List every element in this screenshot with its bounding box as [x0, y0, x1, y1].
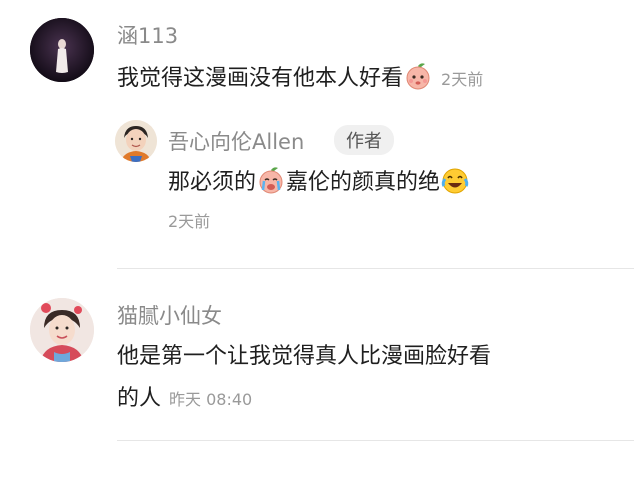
reply-time: 2天前 — [168, 212, 211, 231]
reply-text-after: 嘉伦的颜真的绝 — [286, 170, 441, 195]
comment-body: 我觉得这漫画没有他本人好看 — [117, 66, 404, 91]
reply-avatar[interactable] — [115, 120, 157, 162]
comment-username[interactable]: 猫腻小仙女 — [117, 300, 222, 330]
avatar[interactable] — [30, 298, 94, 362]
comment-time: 昨天 08:40 — [169, 390, 253, 409]
crying-face-icon — [256, 166, 286, 209]
laughing-tears-icon — [440, 166, 470, 209]
author-badge: 作者 — [334, 125, 394, 155]
reply-text-before: 那必须的 — [168, 170, 257, 195]
comment-username[interactable]: 涵113 — [117, 20, 178, 50]
avatar[interactable] — [30, 18, 94, 82]
divider — [117, 268, 634, 269]
comment-body-line2: 的人 — [117, 386, 162, 411]
reply-text: 那必须的 嘉伦的颜真的绝 — [168, 162, 470, 209]
comment-body-line2-wrap: 的人 昨天 08:40 — [117, 378, 617, 421]
peach-face-icon — [403, 62, 433, 105]
comment-text: 他是第一个让我觉得真人比漫画脸好看 的人 昨天 08:40 — [117, 336, 617, 421]
comment-body-line1: 他是第一个让我觉得真人比漫画脸好看 — [117, 344, 492, 369]
reply-username[interactable]: 吾心向伦Allen — [168, 126, 304, 156]
comment-time: 2天前 — [441, 70, 484, 89]
comment-text: 我觉得这漫画没有他本人好看 2天前 — [117, 58, 483, 105]
divider — [117, 440, 634, 441]
